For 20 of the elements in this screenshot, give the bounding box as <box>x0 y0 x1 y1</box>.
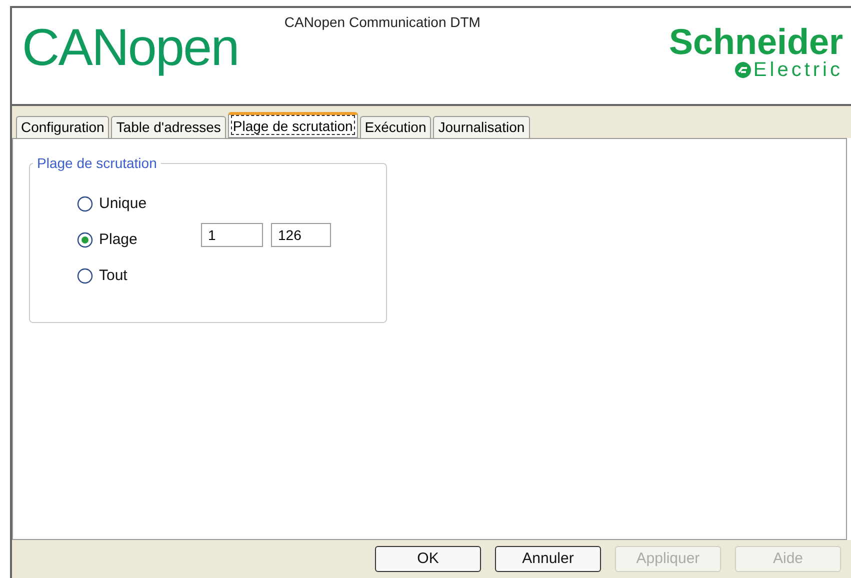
radio-label: Plage <box>99 230 138 250</box>
tab[interactable]: Exécution <box>360 116 432 138</box>
radio-label: Tout <box>99 266 128 286</box>
brand-icon <box>735 62 752 78</box>
range-end-field[interactable]: 126 <box>271 223 331 247</box>
tab[interactable]: Table d'adresses <box>111 116 226 138</box>
brand-subtitle: Electric <box>753 60 843 80</box>
dialog-button[interactable]: OK <box>375 546 481 572</box>
radio-button[interactable] <box>77 268 93 284</box>
canopen-logo: CANopen <box>22 22 238 74</box>
window-title: CANopen Communication DTM <box>284 13 480 32</box>
tab[interactable]: Plage de scrutation <box>228 112 358 138</box>
tab[interactable]: Configuration <box>16 116 110 138</box>
radio-label: Unique <box>99 194 147 214</box>
dialog-button[interactable]: Annuler <box>495 546 601 572</box>
tab[interactable]: Journalisation <box>433 116 530 138</box>
radio-button[interactable] <box>77 196 93 212</box>
range-start-field[interactable]: 1 <box>201 223 263 247</box>
radio-button[interactable] <box>77 232 93 248</box>
brand-name: Schneider <box>668 24 843 60</box>
